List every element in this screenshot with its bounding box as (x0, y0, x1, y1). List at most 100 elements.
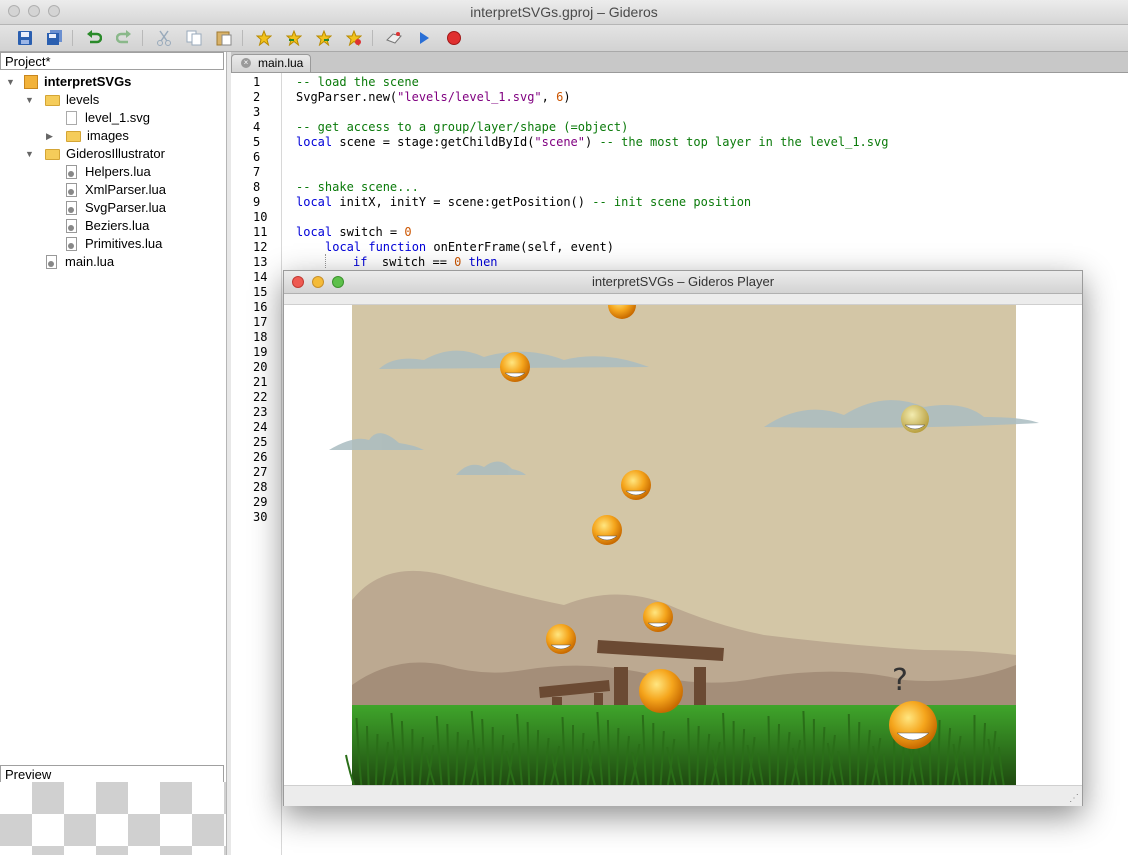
star-clear-icon[interactable] (344, 28, 364, 48)
resize-grip-icon[interactable]: ⋰ (1069, 793, 1079, 804)
question-mark: ? (892, 663, 908, 698)
code-line: local scene = stage:getChildById("scene"… (296, 135, 889, 149)
tree-item-gideros-illustrator[interactable]: ▼ GiderosIllustrator (25, 145, 165, 163)
save-all-icon[interactable] (45, 28, 65, 48)
chevron-right-icon[interactable]: ▶ (46, 127, 58, 145)
smiley-ball (546, 624, 576, 654)
line-number: 28 (253, 480, 268, 494)
line-number: 25 (253, 435, 268, 449)
tree-item-helpers-lua[interactable]: Helpers.lua (66, 163, 151, 181)
smiley-ball (643, 602, 673, 632)
line-number: 22 (253, 390, 268, 404)
cut-icon[interactable] (154, 28, 174, 48)
code-line: if switch == 0 then (353, 255, 498, 269)
line-number: 11 (253, 225, 268, 239)
lua-file-icon (66, 183, 77, 197)
code-line: SvgParser.new("levels/level_1.svg", 6) (296, 90, 571, 104)
line-number: 15 (253, 285, 268, 299)
save-icon[interactable] (15, 28, 35, 48)
line-number: 19 (253, 345, 268, 359)
tree-item-label: Helpers.lua (85, 164, 151, 179)
player-status-bar: ⋰ (284, 785, 1082, 806)
line-number: 6 (253, 150, 261, 164)
line-number: 14 (253, 270, 268, 284)
lua-file-icon (46, 255, 57, 269)
tree-item-label: SvgParser.lua (85, 200, 166, 215)
tree-item-label: GiderosIllustrator (66, 146, 165, 161)
line-number: 18 (253, 330, 268, 344)
game-scene: ? (329, 291, 1039, 786)
tree-item-label: XmlParser.lua (85, 182, 166, 197)
code-line: -- shake scene... (296, 180, 419, 194)
smiley-ball (592, 515, 622, 545)
code-line: -- load the scene (296, 75, 419, 89)
project-icon (24, 75, 38, 89)
smiley-ball (621, 470, 651, 500)
big-smiley-ball (889, 701, 937, 749)
line-number: 23 (253, 405, 268, 419)
redo-icon[interactable] (114, 28, 134, 48)
play-icon[interactable] (414, 28, 434, 48)
paste-icon[interactable] (214, 28, 234, 48)
line-number: 9 (253, 195, 261, 209)
code-line: local switch = 0 (296, 225, 412, 239)
line-number: 17 (253, 315, 268, 329)
star-back-icon[interactable] (314, 28, 334, 48)
line-number: 3 (253, 105, 261, 119)
tree-item-svgparser-lua[interactable]: SvgParser.lua (66, 199, 166, 217)
tree-item-level-1-svg[interactable]: level_1.svg (66, 109, 150, 127)
copy-icon[interactable] (184, 28, 204, 48)
code-line: local function onEnterFrame(self, event) (325, 240, 614, 254)
tab-label: main.lua (258, 56, 304, 70)
tab-main-lua[interactable]: × main.lua (231, 54, 311, 72)
line-number: 16 (253, 300, 268, 314)
project-pane: Project* ▼ interpretSVGs ▼ levels level_… (0, 52, 227, 855)
line-number-gutter: 1 2 3 4 5 6 7 8 9 10 11 12 13 14 15 16 17 18 19 20 21 22 23 24 2… (231, 73, 294, 855)
stop-icon[interactable] (444, 28, 464, 48)
line-number: 2 (253, 90, 261, 104)
tree-item-xmlparser-lua[interactable]: XmlParser.lua (66, 181, 166, 199)
line-number: 12 (253, 240, 268, 254)
file-icon (66, 111, 77, 125)
lua-file-icon (66, 219, 77, 233)
tree-item-label: Primitives.lua (85, 236, 163, 251)
confused-ball (639, 669, 683, 713)
chevron-down-icon[interactable]: ▼ (25, 145, 37, 163)
lua-file-icon (66, 165, 77, 179)
line-number: 21 (253, 375, 268, 389)
line-number: 1 (253, 75, 261, 89)
chevron-down-icon[interactable]: ▼ (6, 73, 18, 91)
line-number: 29 (253, 495, 268, 509)
line-number: 24 (253, 420, 268, 434)
game-canvas[interactable]: ? (284, 291, 1082, 786)
code-line: local initX, initY = scene:getPosition()… (296, 195, 752, 209)
line-number: 13 (253, 255, 268, 269)
star-icon[interactable] (254, 28, 274, 48)
tree-item-label: images (87, 128, 129, 143)
line-number: 10 (253, 210, 268, 224)
tree-item-main-lua[interactable]: main.lua (46, 253, 114, 271)
player-toolbar-strip (284, 294, 1082, 305)
close-icon[interactable]: × (241, 58, 251, 68)
start-player-icon[interactable] (384, 28, 404, 48)
window-title: interpretSVGs.gproj – Gideros (470, 4, 658, 20)
preview-header: Preview (0, 765, 224, 783)
editor-tabbar: × main.lua (231, 52, 1128, 73)
star-forward-icon[interactable] (284, 28, 304, 48)
folder-icon (45, 94, 60, 106)
player-title: interpretSVGs – Gideros Player (591, 274, 775, 289)
tree-item-label: levels (66, 92, 100, 107)
tree-item-label: level_1.svg (85, 110, 151, 125)
undo-icon[interactable] (84, 28, 104, 48)
project-header: Project* (0, 52, 224, 70)
line-number: 20 (253, 360, 268, 374)
tree-root[interactable]: ▼ interpretSVGs (6, 73, 131, 91)
tree-item-levels[interactable]: ▼ levels (25, 91, 99, 109)
tree-item-beziers-lua[interactable]: Beziers.lua (66, 217, 149, 235)
tree-root-label: interpretSVGs (44, 74, 132, 89)
player-window[interactable]: interpretSVGs – Gideros Player ? ⋰ (283, 270, 1083, 806)
tree-item-images[interactable]: ▶ images (46, 127, 129, 145)
tree-item-primitives-lua[interactable]: Primitives.lua (66, 235, 162, 253)
chevron-down-icon[interactable]: ▼ (25, 91, 37, 109)
player-title-bar: interpretSVGs – Gideros Player (284, 271, 1082, 294)
